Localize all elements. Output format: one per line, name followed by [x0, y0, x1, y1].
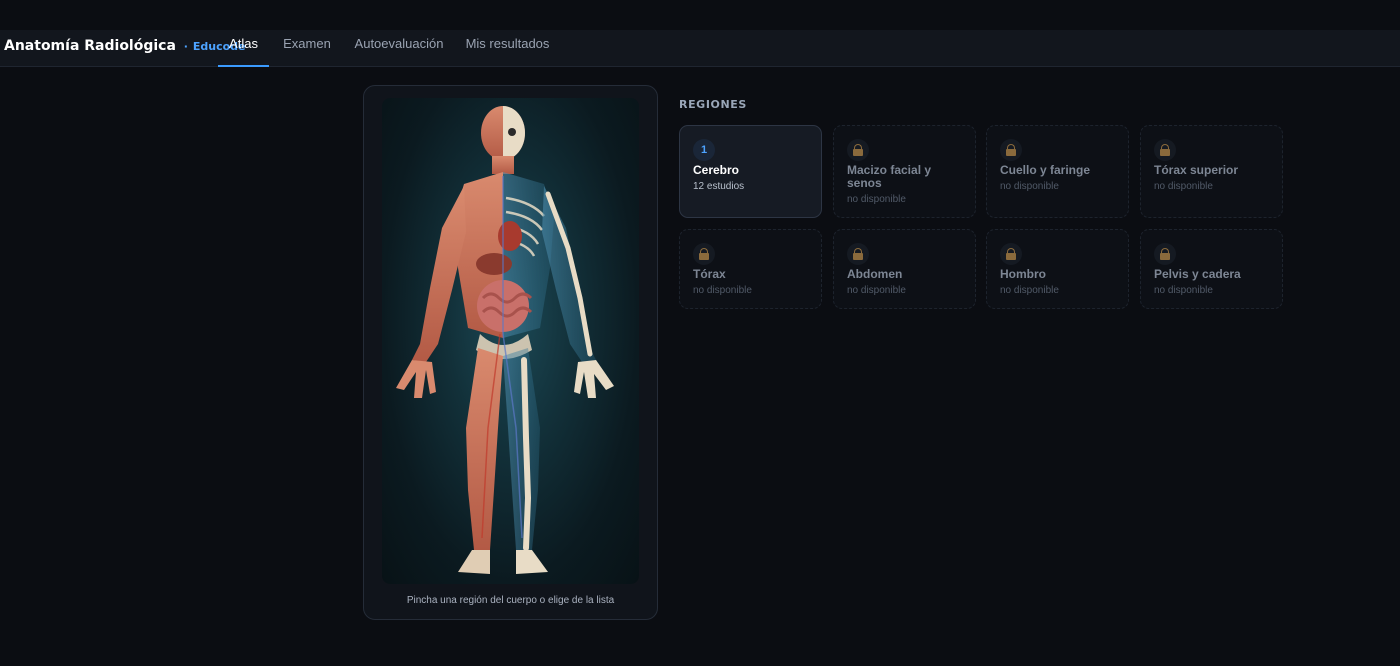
region-status: 12 estudios: [693, 181, 745, 192]
lock-icon: [1154, 243, 1176, 265]
region-status: no disponible: [1154, 181, 1213, 192]
lock-icon: [1154, 139, 1176, 161]
region-number-badge: 1: [693, 139, 715, 161]
region-name: Pelvis y cadera: [1154, 267, 1241, 281]
region-card-cuello-faringe[interactable]: Cuello y faringe no disponible: [986, 125, 1129, 218]
regions-heading: REGIONES: [679, 98, 747, 111]
region-status: no disponible: [847, 285, 906, 296]
lock-icon: [1000, 139, 1022, 161]
region-status: no disponible: [1000, 285, 1059, 296]
region-name: Cerebro: [693, 163, 740, 177]
lock-icon: [1000, 243, 1022, 265]
brand-separator: ·: [183, 40, 188, 53]
region-status: no disponible: [693, 285, 752, 296]
tab-autoevaluacion[interactable]: Autoevaluación: [352, 30, 446, 66]
lock-icon: [693, 243, 715, 265]
app-brand[interactable]: Anatomía Radiológica · Educode: [4, 30, 246, 67]
tab-examen[interactable]: Examen: [279, 30, 335, 66]
region-name: Cuello y faringe: [1000, 163, 1091, 177]
region-card-cerebro[interactable]: 1 Cerebro 12 estudios: [679, 125, 822, 218]
region-name: Hombro: [1000, 267, 1046, 281]
region-card-pelvis-cadera[interactable]: Pelvis y cadera no disponible: [1140, 229, 1283, 309]
region-status: no disponible: [1154, 285, 1213, 296]
anatomy-figure-illustration: [396, 106, 614, 574]
tab-mis-resultados[interactable]: Mis resultados: [463, 30, 552, 66]
region-status: no disponible: [847, 194, 906, 205]
region-status: no disponible: [1000, 181, 1059, 192]
anatomy-body-map[interactable]: [382, 98, 639, 584]
region-card-macizo-facial[interactable]: Macizo facial y senos no disponible: [833, 125, 976, 218]
region-name: Tórax superior: [1154, 163, 1239, 177]
tab-atlas[interactable]: Atlas: [218, 30, 269, 67]
app-title: Anatomía Radiológica: [4, 38, 176, 54]
region-name: Macizo facial y senos: [847, 163, 932, 190]
region-card-abdomen[interactable]: Abdomen no disponible: [833, 229, 976, 309]
region-card-torax-superior[interactable]: Tórax superior no disponible: [1140, 125, 1283, 218]
body-map-panel: Pincha una región del cuerpo o elige de …: [363, 85, 658, 620]
lock-icon: [847, 243, 869, 265]
window-top-strip: [0, 0, 1400, 30]
body-map-hint: Pincha una región del cuerpo o elige de …: [406, 595, 615, 606]
top-navbar: Anatomía Radiológica · Educode Atlas Exa…: [0, 30, 1400, 67]
region-card-torax[interactable]: Tórax no disponible: [679, 229, 822, 309]
region-name: Abdomen: [847, 267, 903, 281]
region-name: Tórax: [693, 267, 726, 281]
lock-icon: [847, 139, 869, 161]
region-card-hombro[interactable]: Hombro no disponible: [986, 229, 1129, 309]
